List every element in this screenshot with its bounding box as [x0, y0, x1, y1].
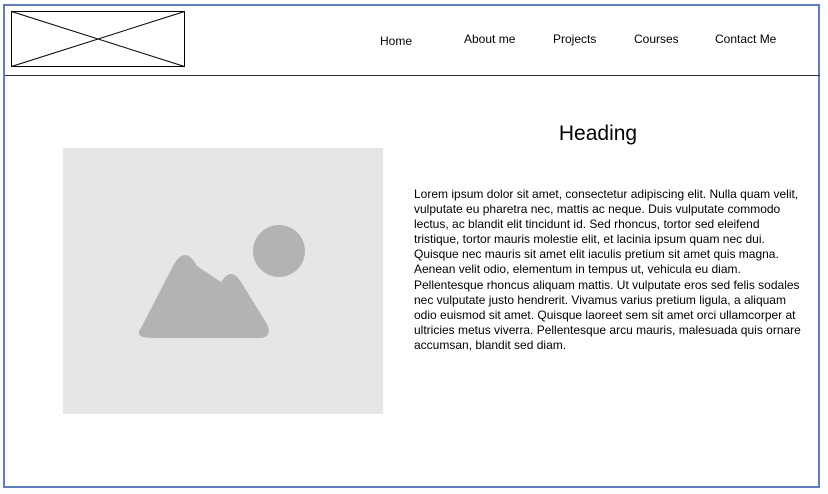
nav-home-link[interactable]: Home — [380, 34, 412, 48]
nav-projects-link[interactable]: Projects — [553, 32, 596, 46]
nav-contact-link[interactable]: Contact Me — [715, 32, 776, 46]
nav-about-link[interactable]: About me — [464, 32, 515, 46]
site-header: Home About me Projects Courses Contact M… — [5, 6, 820, 76]
body-paragraph: Lorem ipsum dolor sit amet, consectetur … — [414, 187, 801, 352]
image-placeholder — [63, 148, 383, 414]
nav-courses-link[interactable]: Courses — [634, 32, 679, 46]
image-placeholder-icon — [138, 225, 305, 338]
logo-placeholder-icon[interactable] — [11, 11, 185, 67]
page-heading: Heading — [558, 122, 638, 145]
